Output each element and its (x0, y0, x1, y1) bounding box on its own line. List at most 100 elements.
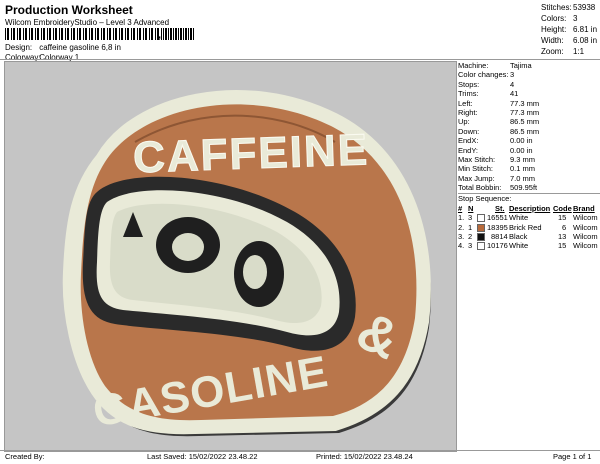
summary-row: Colors: 3 (541, 13, 597, 24)
row-n: 3 (468, 213, 473, 223)
color-swatch (477, 214, 485, 223)
stop-sequence-label: Stop Sequence: (458, 194, 512, 204)
table-row: 4. 3 10176 White 15 Wilcom (458, 241, 600, 251)
detail-value: 0.1 mm (510, 164, 536, 174)
page-title: Production Worksheet (5, 3, 133, 17)
summary-label: Colors: (541, 14, 567, 23)
stop-sequence-title: Stop Sequence: (458, 194, 600, 203)
detail-label: Min Stitch: (458, 164, 494, 174)
detail-row: Right: 77.3 mm (458, 108, 600, 117)
color-swatch (477, 223, 485, 232)
row-code: 15 (558, 213, 567, 223)
row-brand: Wilcom (573, 241, 598, 251)
summary-value: 3 (573, 14, 578, 23)
table-row: 2. 1 18395 Brick Red 6 Wilcom (458, 223, 600, 232)
color-swatch (477, 233, 485, 242)
summary-value: 6.81 in (573, 25, 598, 34)
row-code: 6 (562, 222, 567, 232)
summary-label: Height: (541, 25, 567, 34)
detail-label: Max Jump: (458, 173, 495, 183)
detail-row: EndX: 0.00 in (458, 136, 600, 145)
header-divider (0, 59, 600, 60)
design-value: caffeine gasoline 6,8 in (39, 43, 121, 52)
row-num: 2. (458, 222, 465, 232)
detail-label: EndX: (458, 136, 479, 146)
table-row: 3. 2 8814 Black 13 Wilcom (458, 232, 600, 242)
row-n: 2 (468, 232, 473, 242)
embroidery-artwork: CAFFEINE & GASOLINE (62, 89, 431, 436)
detail-label: Down: (458, 126, 480, 136)
detail-value: 41 (510, 89, 519, 99)
col-st-header: St. (495, 203, 505, 213)
detail-value: 86.5 mm (510, 126, 540, 136)
col-num-header: # (458, 203, 463, 213)
detail-value: 4 (510, 79, 515, 89)
row-description: White (509, 213, 529, 223)
summary-value: 6.08 in (573, 36, 598, 45)
detail-row: Total Bobbin: 509.95ft (458, 183, 600, 192)
top-lettering: CAFFEINE (132, 125, 370, 182)
row-brand: Wilcom (573, 213, 598, 223)
detail-label: Up: (458, 117, 470, 127)
detail-row: Trims: 41 (458, 89, 600, 98)
col-n-header: N (468, 203, 474, 213)
row-n: 3 (468, 241, 473, 251)
footer-divider (0, 450, 600, 451)
row-num: 3. (458, 232, 465, 242)
detail-row: Max Stitch: 9.3 mm (458, 155, 600, 164)
row-code: 15 (558, 241, 567, 251)
detail-row: Stops: 4 (458, 80, 600, 89)
barcode-secondary (163, 28, 195, 40)
summary-label: Zoom: (541, 47, 564, 56)
design-preview: CAFFEINE & GASOLINE (4, 61, 457, 452)
detail-row: Color changes: 3 (458, 70, 600, 79)
col-desc-header: Description (509, 203, 551, 213)
row-code: 13 (558, 232, 567, 242)
row-stitches: 18395 (487, 222, 508, 232)
detail-row: Down: 86.5 mm (458, 127, 600, 136)
detail-value: 86.5 mm (510, 117, 540, 127)
detail-row: Up: 86.5 mm (458, 117, 600, 126)
detail-value: 9.3 mm (510, 154, 536, 164)
right-eye-highlight (243, 255, 267, 289)
summary-value: 53938 (573, 3, 596, 12)
detail-label: EndY: (458, 145, 479, 155)
summary-row: Width: 6.08 in (541, 35, 597, 46)
barcode-mark: , (158, 29, 162, 41)
row-description: Black (509, 232, 528, 242)
last-saved: Last Saved: 15/02/2022 23.48.22 (147, 452, 258, 461)
page-number: Page 1 of 1 (553, 452, 592, 461)
summary-row: Zoom: 1:1 (541, 46, 597, 57)
summary-stats: Stitches:53938 Colors: 3 Height: 6.81 in W… (541, 2, 597, 57)
detail-label: Left: (458, 98, 473, 108)
printed-date: Printed: 15/02/2022 23.48.24 (316, 452, 413, 461)
row-stitches: 16551 (487, 213, 508, 223)
detail-value: 0.00 in (510, 145, 533, 155)
detail-row: Left: 77.3 mm (458, 99, 600, 108)
detail-value: 3 (510, 70, 515, 80)
detail-value: 509.95ft (510, 183, 538, 193)
detail-value: 0.00 in (510, 136, 533, 146)
row-description: White (509, 241, 529, 251)
detail-value: 77.3 mm (510, 98, 540, 108)
summary-row: Height: 6.81 in (541, 24, 597, 35)
detail-value: Tajima (510, 61, 532, 70)
detail-label: Total Bobbin: (458, 183, 502, 193)
detail-value: 7.0 mm (510, 173, 536, 183)
stop-sequence-header: # N St. Description Code Brand (458, 204, 600, 213)
row-num: 4. (458, 241, 465, 251)
summary-label: Width: (541, 36, 564, 45)
detail-row: Min Stitch: 0.1 mm (458, 164, 600, 173)
left-eye-highlight (172, 233, 204, 261)
design-label: Design: (5, 43, 33, 52)
detail-label: Trims: (458, 89, 479, 99)
row-stitches: 8814 (491, 232, 508, 242)
table-row: 1. 3 16551 White 15 Wilcom (458, 213, 600, 223)
color-swatch (477, 242, 485, 251)
row-n: 1 (468, 222, 473, 232)
detail-label: Right: (458, 107, 478, 117)
detail-row: Machine: Tajima (458, 61, 600, 70)
detail-value: 77.3 mm (510, 107, 540, 117)
detail-label: Color changes: (458, 70, 509, 80)
row-stitches: 10176 (487, 241, 508, 251)
